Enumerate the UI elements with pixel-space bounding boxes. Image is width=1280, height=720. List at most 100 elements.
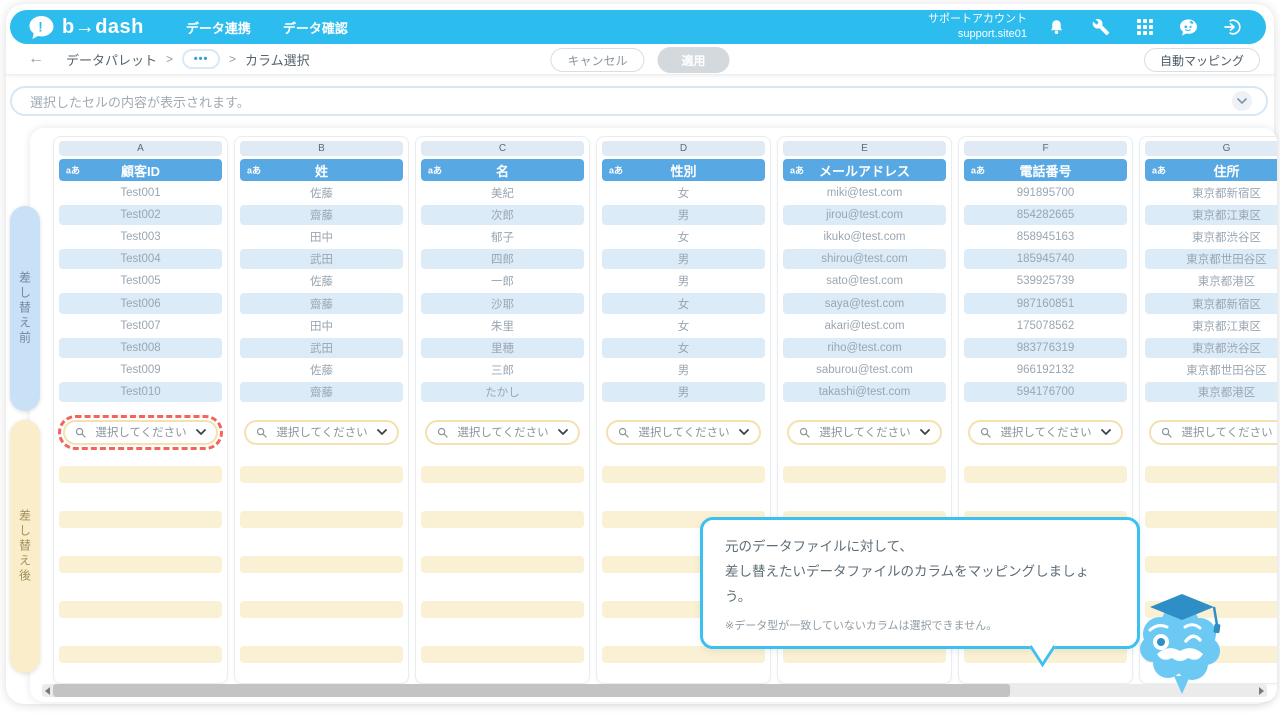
horizontal-scrollbar-thumb[interactable] bbox=[53, 684, 1010, 697]
side-tab-after-replacement[interactable]: 差し替え後 bbox=[10, 420, 40, 673]
cell-B6[interactable]: 齋藤 bbox=[235, 292, 408, 314]
cell-C7[interactable]: 朱里 bbox=[416, 315, 589, 337]
cell-C3[interactable]: 郁子 bbox=[416, 226, 589, 248]
cell-G6[interactable]: 東京都新宿区 bbox=[1140, 292, 1277, 314]
column-select-C[interactable]: 選択してください bbox=[425, 420, 580, 445]
nav-data-confirm[interactable]: データ確認 bbox=[283, 18, 348, 37]
cell-A9[interactable]: Test009 bbox=[54, 359, 227, 381]
cell-B3[interactable]: 田中 bbox=[235, 226, 408, 248]
cell-F3[interactable]: 858945163 bbox=[959, 226, 1132, 248]
side-tab-before-replacement[interactable]: 差し替え前 bbox=[10, 206, 40, 411]
cell-D1[interactable]: 女 bbox=[597, 182, 770, 204]
nav-data-integration[interactable]: データ連携 bbox=[186, 18, 251, 37]
bdash-logo[interactable]: ! b→dash bbox=[28, 15, 144, 40]
cell-D3[interactable]: 女 bbox=[597, 226, 770, 248]
cell-E5[interactable]: sato@test.com bbox=[778, 270, 951, 292]
cell-E4[interactable]: shirou@test.com bbox=[778, 248, 951, 270]
column-header-E[interactable]: aあメールアドレス bbox=[783, 159, 946, 181]
cell-C5[interactable]: 一郎 bbox=[416, 270, 589, 292]
chevron-down-icon[interactable] bbox=[1232, 91, 1252, 111]
cell-C10[interactable]: たかし bbox=[416, 381, 589, 403]
cell-F9[interactable]: 966192132 bbox=[959, 359, 1132, 381]
column-select-D[interactable]: 選択してください bbox=[606, 420, 761, 445]
apps-grid-icon[interactable] bbox=[1135, 18, 1154, 37]
cell-D10[interactable]: 男 bbox=[597, 381, 770, 403]
cell-A6[interactable]: Test006 bbox=[54, 292, 227, 314]
cell-F10[interactable]: 594176700 bbox=[959, 381, 1132, 403]
column-select-G[interactable]: 選択してください bbox=[1149, 420, 1277, 445]
cell-E1[interactable]: miki@test.com bbox=[778, 182, 951, 204]
cell-B2[interactable]: 齋藤 bbox=[235, 204, 408, 226]
cell-B5[interactable]: 佐藤 bbox=[235, 270, 408, 292]
back-arrow-icon[interactable]: ← bbox=[28, 50, 44, 68]
cell-F4[interactable]: 185945740 bbox=[959, 248, 1132, 270]
cell-D9[interactable]: 男 bbox=[597, 359, 770, 381]
column-select-B[interactable]: 選択してください bbox=[244, 420, 399, 445]
cell-content-bar[interactable]: 選択したセルの内容が表示されます。 bbox=[10, 86, 1268, 116]
cell-C8[interactable]: 里穂 bbox=[416, 337, 589, 359]
column-select-A[interactable]: 選択してください bbox=[63, 420, 218, 445]
apply-button[interactable]: 適用 bbox=[658, 47, 730, 73]
cell-C4[interactable]: 四郎 bbox=[416, 248, 589, 270]
cell-E10[interactable]: takashi@test.com bbox=[778, 381, 951, 403]
cell-D2[interactable]: 男 bbox=[597, 204, 770, 226]
cell-E6[interactable]: saya@test.com bbox=[778, 292, 951, 314]
cell-A8[interactable]: Test008 bbox=[54, 337, 227, 359]
cell-D5[interactable]: 男 bbox=[597, 270, 770, 292]
cell-G2[interactable]: 東京都江東区 bbox=[1140, 204, 1277, 226]
cell-G4[interactable]: 東京都世田谷区 bbox=[1140, 248, 1277, 270]
column-header-D[interactable]: aあ性別 bbox=[602, 159, 765, 181]
cell-C6[interactable]: 沙耶 bbox=[416, 292, 589, 314]
column-header-G[interactable]: aあ住所 bbox=[1145, 159, 1277, 181]
cell-E3[interactable]: ikuko@test.com bbox=[778, 226, 951, 248]
cell-E8[interactable]: riho@test.com bbox=[778, 337, 951, 359]
horizontal-scrollbar[interactable] bbox=[42, 684, 1267, 697]
cell-B4[interactable]: 武田 bbox=[235, 248, 408, 270]
cell-D7[interactable]: 女 bbox=[597, 315, 770, 337]
assistant-chat-icon[interactable] bbox=[1179, 18, 1198, 37]
cell-A1[interactable]: Test001 bbox=[54, 182, 227, 204]
bell-icon[interactable] bbox=[1047, 18, 1066, 37]
cell-C2[interactable]: 次郎 bbox=[416, 204, 589, 226]
cancel-button[interactable]: キャンセル bbox=[550, 48, 644, 72]
cell-D6[interactable]: 女 bbox=[597, 292, 770, 314]
cell-F6[interactable]: 987160851 bbox=[959, 292, 1132, 314]
cell-D8[interactable]: 女 bbox=[597, 337, 770, 359]
cell-A2[interactable]: Test002 bbox=[54, 204, 227, 226]
column-select-F[interactable]: 選択してください bbox=[968, 420, 1123, 445]
scroll-left-icon[interactable] bbox=[45, 687, 50, 695]
column-header-F[interactable]: aあ電話番号 bbox=[964, 159, 1127, 181]
scroll-right-icon[interactable] bbox=[1259, 687, 1264, 695]
cell-F7[interactable]: 175078562 bbox=[959, 315, 1132, 337]
column-header-B[interactable]: aあ姓 bbox=[240, 159, 403, 181]
logout-icon[interactable] bbox=[1223, 18, 1242, 37]
cell-B8[interactable]: 武田 bbox=[235, 337, 408, 359]
cell-B1[interactable]: 佐藤 bbox=[235, 182, 408, 204]
cell-G9[interactable]: 東京都世田谷区 bbox=[1140, 359, 1277, 381]
cell-A10[interactable]: Test010 bbox=[54, 381, 227, 403]
auto-mapping-button[interactable]: 自動マッピング bbox=[1144, 48, 1260, 72]
cell-C9[interactable]: 三郎 bbox=[416, 359, 589, 381]
cell-G3[interactable]: 東京都渋谷区 bbox=[1140, 226, 1277, 248]
cell-G5[interactable]: 東京都港区 bbox=[1140, 270, 1277, 292]
cell-D4[interactable]: 男 bbox=[597, 248, 770, 270]
cell-G8[interactable]: 東京都渋谷区 bbox=[1140, 337, 1277, 359]
breadcrumb-ellipsis[interactable]: ••• bbox=[182, 49, 220, 69]
column-select-E[interactable]: 選択してください bbox=[787, 420, 942, 445]
column-header-A[interactable]: aあ顧客ID bbox=[59, 159, 222, 181]
cell-F1[interactable]: 991895700 bbox=[959, 182, 1132, 204]
breadcrumb-root[interactable]: データパレット bbox=[66, 50, 157, 69]
cell-E2[interactable]: jirou@test.com bbox=[778, 204, 951, 226]
cell-C1[interactable]: 美紀 bbox=[416, 182, 589, 204]
cell-B7[interactable]: 田中 bbox=[235, 315, 408, 337]
wrench-icon[interactable] bbox=[1091, 18, 1110, 37]
cell-G10[interactable]: 東京都港区 bbox=[1140, 381, 1277, 403]
cell-F8[interactable]: 983776319 bbox=[959, 337, 1132, 359]
cell-F2[interactable]: 854282665 bbox=[959, 204, 1132, 226]
column-header-C[interactable]: aあ名 bbox=[421, 159, 584, 181]
cell-G1[interactable]: 東京都新宿区 bbox=[1140, 182, 1277, 204]
cell-G7[interactable]: 東京都江東区 bbox=[1140, 315, 1277, 337]
cell-E7[interactable]: akari@test.com bbox=[778, 315, 951, 337]
cell-A7[interactable]: Test007 bbox=[54, 315, 227, 337]
cell-A3[interactable]: Test003 bbox=[54, 226, 227, 248]
